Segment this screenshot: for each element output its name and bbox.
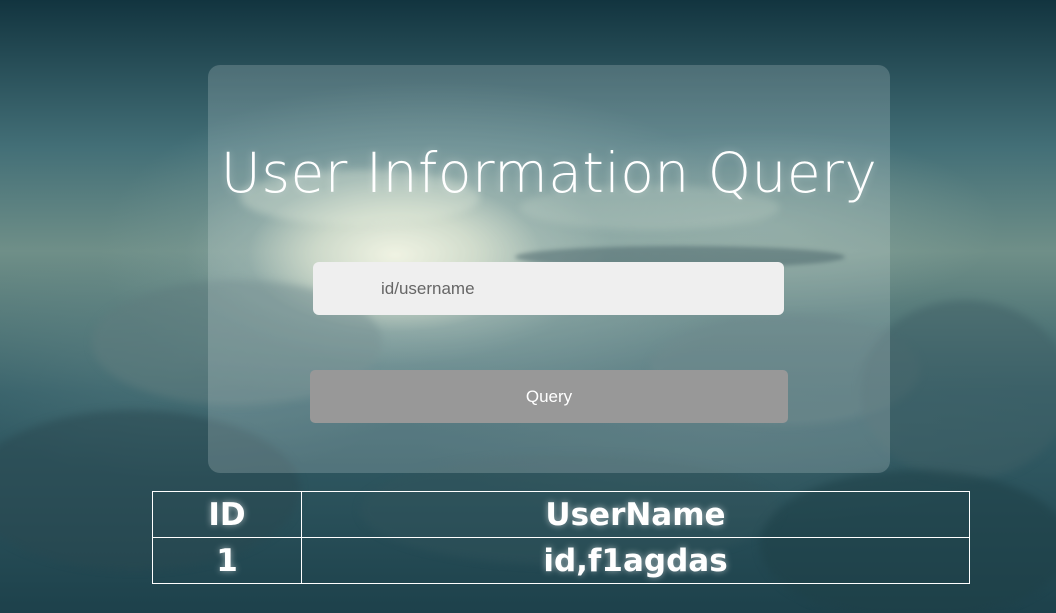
table-header-row: ID UserName [152, 491, 970, 538]
table-row: 1 id,f1agdas [152, 537, 970, 584]
id-column-header: ID [152, 491, 302, 538]
id-username-input[interactable] [313, 262, 784, 315]
query-button[interactable]: Query [310, 370, 788, 423]
query-card: User Information Query Query [208, 65, 890, 473]
result-username-cell: id,f1agdas [301, 537, 970, 584]
page-title: User Information Query [220, 141, 878, 205]
result-id-cell: 1 [152, 537, 302, 584]
user-results-table: ID UserName 1 id,f1agdas [152, 491, 970, 584]
username-column-header: UserName [301, 491, 970, 538]
